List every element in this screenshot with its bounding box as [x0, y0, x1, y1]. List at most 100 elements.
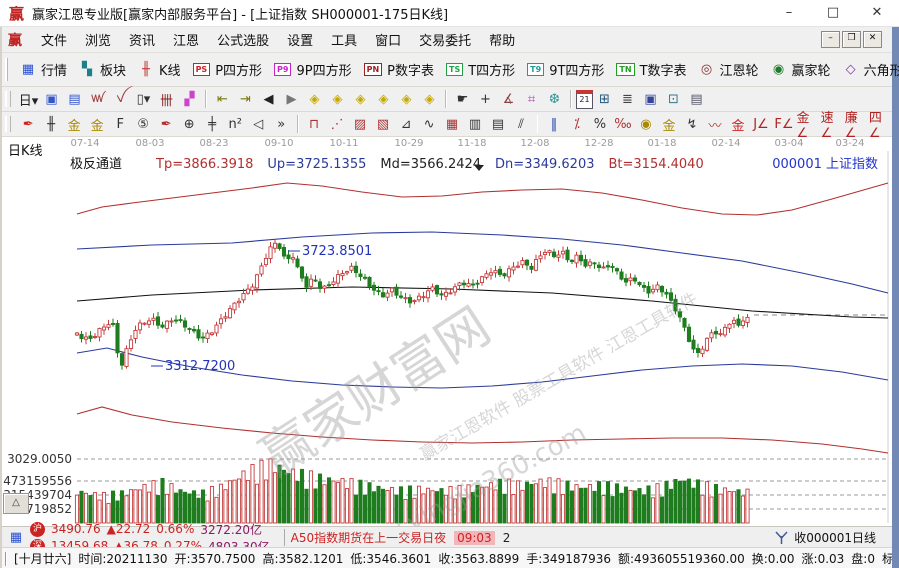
- gold-red-lines-icon[interactable]: 金: [727, 114, 748, 134]
- wave5-icon[interactable]: ⑤: [133, 114, 154, 134]
- grid2-icon[interactable]: ▤: [488, 114, 509, 134]
- next-bar-icon[interactable]: ▶: [281, 89, 302, 109]
- 9p-square-button[interactable]: P9 9P四方形: [268, 58, 358, 81]
- angle-fan-icon[interactable]: ⊿: [396, 114, 417, 134]
- menu-item[interactable]: 帮助: [480, 32, 524, 51]
- zigzag-icon[interactable]: ∿: [419, 114, 440, 134]
- hand-tool-icon[interactable]: ☛: [452, 89, 473, 109]
- n-squared-icon[interactable]: n²: [225, 114, 246, 134]
- kline-button[interactable]: ╫ K线: [132, 58, 187, 81]
- ruler-pen-icon[interactable]: ✒: [156, 114, 177, 134]
- p-square-button[interactable]: PS P四方形: [187, 58, 268, 81]
- color-chart-icon[interactable]: ▞: [179, 89, 200, 109]
- period-selector[interactable]: 日▾: [18, 89, 39, 109]
- compass-circle-icon[interactable]: ⊕: [179, 114, 200, 134]
- parallel-lines-icon[interactable]: ⫽: [511, 114, 532, 134]
- percent-slash-icon[interactable]: ⁒: [566, 114, 587, 134]
- gold-lines-icon[interactable]: 金: [658, 114, 679, 134]
- shape-tool-icon[interactable]: ❆: [544, 89, 565, 109]
- p-square-icon: PS: [192, 63, 211, 76]
- print-icon[interactable]: ▤: [686, 89, 707, 109]
- menu-item[interactable]: 江恩: [164, 32, 208, 51]
- mdi-restore-button[interactable]: ❒: [842, 31, 861, 48]
- zoom-diamond-5-icon[interactable]: ◈: [396, 89, 417, 109]
- p-number-table-button[interactable]: PN P数字表: [358, 58, 440, 81]
- maximize-button[interactable]: □: [811, 1, 855, 25]
- candle-pen-icon[interactable]: ↯: [681, 114, 702, 134]
- si-angle-icon[interactable]: 四∠: [869, 111, 891, 141]
- brush-tool-icon[interactable]: ✒: [18, 114, 39, 134]
- winner-wheel-button[interactable]: ◉ 赢家轮: [765, 58, 837, 81]
- f-lines-icon[interactable]: F: [110, 114, 131, 134]
- angle-mirror-icon[interactable]: ◁: [248, 114, 269, 134]
- first-bar-icon[interactable]: ⇤: [212, 89, 233, 109]
- menu-item[interactable]: 设置: [278, 32, 322, 51]
- box-net-icon[interactable]: ▧: [373, 114, 394, 134]
- quote-grid-icon[interactable]: ▦: [8, 530, 24, 546]
- scale-tool-icon[interactable]: ‖: [543, 114, 564, 134]
- kline-chart-area[interactable]: 3723.8501 3312.7200 3029.0050 473159556 3154…: [2, 137, 892, 568]
- lian-angle-icon[interactable]: 廉∠: [845, 111, 867, 141]
- fan-lines-icon[interactable]: ⋰: [327, 114, 348, 134]
- minimize-button[interactable]: –: [767, 1, 811, 25]
- t-square-button[interactable]: TS T四方形: [440, 58, 521, 81]
- calendar-icon[interactable]: 21: [576, 89, 593, 109]
- mdi-minimize-button[interactable]: –: [821, 31, 840, 48]
- gann-wheel-button[interactable]: ◎ 江恩轮: [693, 58, 765, 81]
- quotes-button[interactable]: ▦ 行情: [14, 58, 73, 81]
- box-fan-icon[interactable]: ▨: [350, 114, 371, 134]
- watchlist-icon[interactable]: ▤: [64, 89, 85, 109]
- gold-comb2-icon[interactable]: 金: [87, 114, 108, 134]
- gold-angle-icon[interactable]: 金∠: [796, 111, 818, 141]
- menu-item[interactable]: 窗口: [366, 32, 410, 51]
- collapse-panel-button[interactable]: △: [3, 493, 29, 514]
- prev-bar-icon[interactable]: ◀: [258, 89, 279, 109]
- gold-comb1-icon[interactable]: 金: [64, 114, 85, 134]
- zoom-diamond-6-icon[interactable]: ◈: [419, 89, 440, 109]
- percent-icon[interactable]: %: [589, 114, 610, 134]
- chart-9-icon[interactable]: ꪜ: [110, 89, 131, 109]
- gold-circle-icon[interactable]: ◉: [635, 114, 656, 134]
- frame-tool-icon[interactable]: ⊓: [304, 114, 325, 134]
- menu-item[interactable]: 交易委托: [410, 32, 480, 51]
- fractal-icon[interactable]: 〰: [704, 114, 725, 134]
- candle-style-icon[interactable]: ▯▾: [133, 89, 154, 109]
- grid-red-icon[interactable]: ▦: [442, 114, 463, 134]
- close-button[interactable]: ✕: [855, 1, 899, 25]
- calculator-icon[interactable]: ⊞: [594, 89, 615, 109]
- angle-tool-icon[interactable]: ∡: [498, 89, 519, 109]
- save-icon[interactable]: ▣: [640, 89, 661, 109]
- last-bar-icon[interactable]: ⇥: [235, 89, 256, 109]
- crosshair-tool-icon[interactable]: +: [475, 89, 496, 109]
- notes-icon[interactable]: ≣: [617, 89, 638, 109]
- percent-lines-icon[interactable]: ‰: [612, 114, 633, 134]
- menu-item[interactable]: 文件: [32, 32, 76, 51]
- comb2-icon[interactable]: ╪: [202, 114, 223, 134]
- zoom-diamond-3-icon[interactable]: ◈: [350, 89, 371, 109]
- stock-picker-icon[interactable]: 卌: [156, 89, 177, 109]
- zoom-diamond-1-icon[interactable]: ◈: [304, 89, 325, 109]
- menu-item[interactable]: 浏览: [76, 32, 120, 51]
- network-icon[interactable]: ▣: [41, 89, 62, 109]
- chart-3-icon[interactable]: ꪛ: [87, 89, 108, 109]
- more-tools-icon[interactable]: »: [271, 114, 292, 134]
- gann-box-tool-icon[interactable]: ⌗: [521, 89, 542, 109]
- 9t-square-button[interactable]: T9 9T四方形: [521, 58, 610, 81]
- toolbar-grip: [5, 90, 11, 108]
- j-angle-icon[interactable]: J∠: [750, 114, 771, 134]
- comb-tool-icon[interactable]: ╫: [41, 114, 62, 134]
- f-angle-icon[interactable]: F∠: [773, 114, 794, 134]
- mdi-close-button[interactable]: ✕: [863, 31, 882, 48]
- chart-canvas[interactable]: 3723.85013312.72003029.00504731595563154…: [2, 137, 892, 526]
- zoom-diamond-2-icon[interactable]: ◈: [327, 89, 348, 109]
- menu-item[interactable]: 资讯: [120, 32, 164, 51]
- hexagon-button[interactable]: ◇ 六角形: [837, 58, 899, 81]
- grid1-icon[interactable]: ▥: [465, 114, 486, 134]
- t-number-table-button[interactable]: TN T数字表: [610, 58, 692, 81]
- speed-angle-icon[interactable]: 速∠: [821, 111, 843, 141]
- menu-item[interactable]: 公式选股: [208, 32, 278, 51]
- copy-icon[interactable]: ⊡: [663, 89, 684, 109]
- zoom-diamond-4-icon[interactable]: ◈: [373, 89, 394, 109]
- sectors-button[interactable]: ▚ 板块: [73, 58, 132, 81]
- menu-item[interactable]: 工具: [322, 32, 366, 51]
